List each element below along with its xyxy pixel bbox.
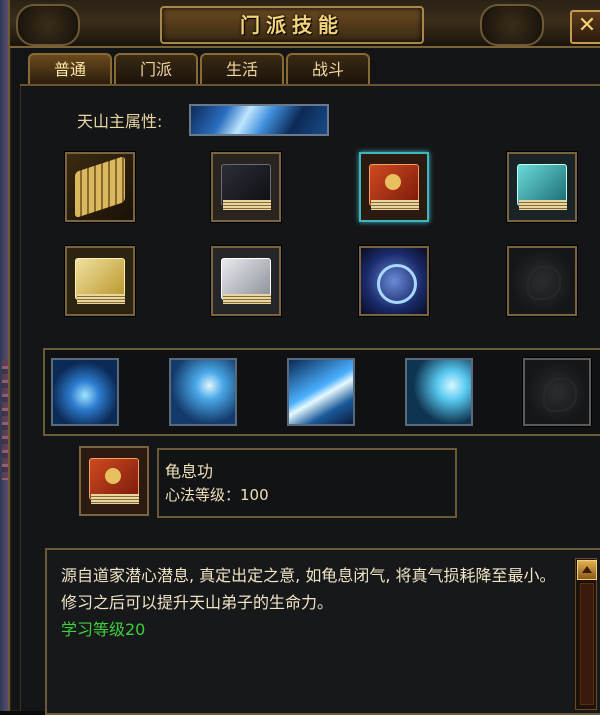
skill-name: 龟息功 [165,462,214,481]
ice-blade-skill-icon[interactable] [287,358,355,426]
teal-manual-icon[interactable] [507,152,577,222]
scroll-up-icon[interactable] [577,560,597,580]
selected-skill-icon[interactable] [79,446,149,516]
description-panel: 源自道家潜心潜息, 真定出定之意, 如龟息闭气, 将真气损耗降至最小。修习之后可… [45,548,600,715]
scroll-emblem [377,264,417,304]
yellow-manual-icon[interactable] [65,246,135,316]
ice-fist-skill-icon[interactable] [169,358,237,426]
content-panel: 天山主属性: 龟息功 心法等级：100 源自道家潜心潜息, 真定出定之意, 如龟… [20,86,600,715]
window-title: 门派技能 [240,13,344,37]
red-skill-book-icon[interactable] [359,152,429,222]
title-ornament-left-icon [16,4,80,46]
book-pages [223,200,271,210]
book-graphic [361,154,427,220]
book-pages [371,200,419,210]
tab-sect[interactable]: 门派 [114,53,198,85]
scroll-rolls [75,155,125,219]
frost-aura-skill-icon[interactable] [405,358,473,426]
tab-normal[interactable]: 普通 [28,53,112,85]
book-graphic [81,448,147,514]
empty-slot-icon[interactable] [507,246,577,316]
book-graphic [67,248,133,314]
book-pages [91,494,139,504]
selected-skill-info: 龟息功 心法等级：100 [157,448,457,518]
description-scrollbar[interactable] [575,558,597,710]
silver-manual-icon[interactable] [211,246,281,316]
attribute-label: 天山主属性: [77,112,163,131]
title-bar[interactable]: 门派技能 ✕ [10,0,600,48]
attribute-element-icon [189,104,329,136]
book-pages [77,294,125,304]
sect-skills-window: 门派技能 ✕ 普通 门派 生活 战斗 天山主属性: 龟息功 心法等级：100 源… [8,0,600,715]
book-graphic [213,248,279,314]
title-ornament-right-icon [480,4,544,46]
book-pages [223,294,271,304]
bamboo-scroll-icon[interactable] [65,152,135,222]
book-graphic [509,154,575,220]
tab-life[interactable]: 生活 [200,53,284,85]
book-seal [385,174,401,190]
blue-skull-scroll-icon[interactable] [359,246,429,316]
book-seal [105,468,121,484]
book-graphic [213,154,279,220]
skill-bar [43,348,600,436]
learn-requirement: 学习等级20 [61,620,146,639]
title-plate: 门派技能 [160,6,424,44]
frost-ring-skill-icon[interactable] [51,358,119,426]
dark-book-icon[interactable] [211,152,281,222]
tab-combat[interactable]: 战斗 [286,53,370,85]
empty-skill-slot-icon[interactable] [523,358,591,426]
close-button[interactable]: ✕ [570,10,600,44]
skill-level: 心法等级：100 [165,486,269,504]
book-pages [519,200,567,210]
skill-description: 源自道家潜心潜息, 真定出定之意, 如龟息闭气, 将真气损耗降至最小。修习之后可… [61,566,556,612]
scroll-track[interactable] [580,583,594,705]
